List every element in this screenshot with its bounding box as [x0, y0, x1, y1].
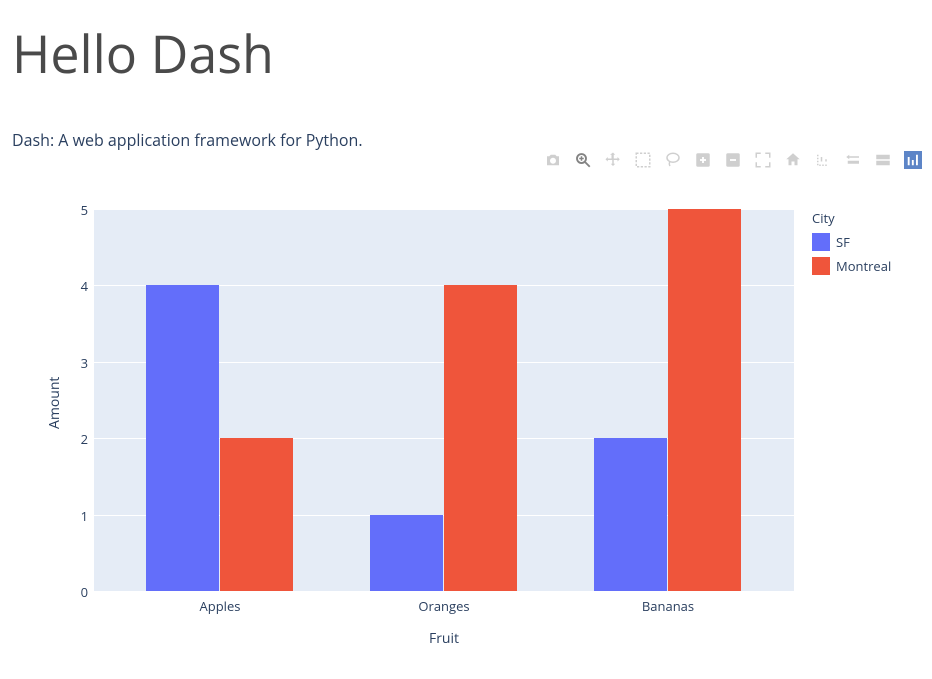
zoom-out-icon[interactable]	[724, 151, 742, 169]
zoom-in-icon[interactable]	[694, 151, 712, 169]
y-tick: 5	[64, 201, 88, 219]
bar-montreal-bananas[interactable]	[668, 209, 741, 591]
plot-area[interactable]	[94, 209, 794, 591]
page-title: Hello Dash	[12, 18, 932, 89]
pan-icon[interactable]	[604, 151, 622, 169]
legend-label: SF	[836, 233, 850, 251]
legend-item-montreal[interactable]: Montreal	[812, 257, 891, 275]
zoom-icon[interactable]	[574, 151, 592, 169]
x-axis-label: Fruit	[429, 629, 459, 648]
chart-container: 0 1 2 3 4 5 Apples Oranges Bananas Amount Fruit…	[10, 199, 922, 669]
compare-hover-icon[interactable]	[874, 151, 892, 169]
x-tick: Oranges	[418, 597, 469, 615]
plotly-logo-icon[interactable]	[904, 151, 922, 169]
bar-sf-oranges[interactable]	[370, 515, 443, 591]
bar-montreal-apples[interactable]	[220, 438, 293, 591]
legend-swatch	[812, 257, 830, 275]
y-tick: 4	[64, 277, 88, 295]
y-tick: 1	[64, 507, 88, 525]
reset-axes-icon[interactable]	[784, 151, 802, 169]
legend: City SF Montreal	[812, 209, 891, 275]
legend-label: Montreal	[836, 257, 891, 275]
lasso-select-icon[interactable]	[664, 151, 682, 169]
y-tick: 0	[64, 583, 88, 601]
y-axis-label: Amount	[45, 377, 64, 429]
legend-swatch	[812, 233, 830, 251]
spike-lines-icon[interactable]	[814, 151, 832, 169]
bar-montreal-oranges[interactable]	[444, 285, 517, 591]
y-tick: 3	[64, 354, 88, 372]
camera-icon[interactable]	[544, 151, 562, 169]
bar-sf-bananas[interactable]	[594, 438, 667, 591]
closest-hover-icon[interactable]	[844, 151, 862, 169]
box-select-icon[interactable]	[634, 151, 652, 169]
autoscale-icon[interactable]	[754, 151, 772, 169]
x-tick: Apples	[200, 597, 241, 615]
bar-sf-apples[interactable]	[146, 285, 219, 591]
y-tick: 2	[64, 430, 88, 448]
x-tick: Bananas	[642, 597, 694, 615]
legend-title: City	[812, 209, 891, 227]
legend-item-sf[interactable]: SF	[812, 233, 891, 251]
